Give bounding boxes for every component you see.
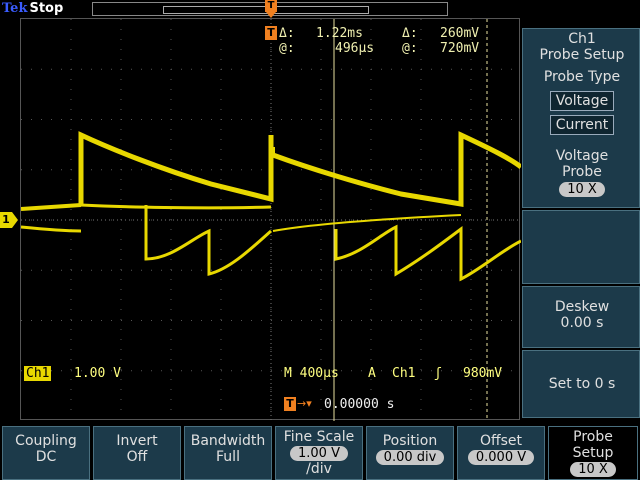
horizontal-scale: M 400µs — [284, 366, 339, 381]
time-delta-value: 1.22ms — [316, 26, 363, 41]
trigger-time-icon: T — [284, 397, 296, 411]
waveform-sawtooth-1 — [144, 205, 272, 276]
volt-delta-value: 260mV — [440, 26, 480, 41]
rising-edge-icon: ʃ — [434, 366, 442, 381]
probe-type-current-option[interactable]: Current — [550, 115, 614, 135]
bandwidth-value: Full — [216, 449, 240, 465]
trigger-level: 980mV — [463, 366, 503, 381]
probe-setup-value: 10 X — [570, 462, 616, 477]
side-menu: Ch1 Probe Setup Probe Type Voltage Curre… — [522, 18, 640, 420]
trigger-arrow-icon: →▾ — [297, 397, 312, 410]
set-to-zero-button[interactable]: Set to 0 s — [522, 350, 640, 418]
waveform-display[interactable] — [20, 18, 521, 421]
probe-type-voltage-option[interactable]: Voltage — [550, 91, 614, 111]
status-bar: Tek Stop T — [0, 0, 640, 18]
time-delta-label: Δ: — [279, 26, 295, 41]
deskew-button[interactable]: Deskew 0.00 s — [522, 286, 640, 348]
waveform-low-1 — [21, 225, 82, 233]
deskew-label: Deskew — [554, 299, 610, 315]
probe-setup-label-2: Setup — [572, 445, 614, 461]
time-at-label: @: — [279, 41, 295, 56]
waveform-decay-1 — [78, 131, 274, 205]
position-button[interactable]: Position 0.00 div — [366, 426, 454, 480]
ch1-ground-marker[interactable]: 1 — [0, 212, 18, 228]
waveform-sawtooth-2 — [334, 224, 521, 282]
deskew-value: 0.00 s — [560, 315, 604, 331]
waveform-baseline — [21, 203, 82, 211]
waveform-flat-1 — [80, 203, 272, 210]
invert-button[interactable]: Invert Off — [93, 426, 181, 480]
set-to-zero-label: Set to 0 s — [548, 376, 616, 392]
brand-text: Tek — [2, 1, 28, 16]
bandwidth-label: Bandwidth — [190, 433, 266, 449]
coupling-button[interactable]: Coupling DC — [2, 426, 90, 480]
offset-label: Offset — [479, 433, 523, 449]
position-label: Position — [382, 433, 438, 449]
volt-at-label: @: — [402, 41, 418, 56]
trigger-position-icon[interactable]: T — [265, 0, 277, 12]
voltage-probe-button[interactable]: Voltage Probe 10 X — [522, 136, 640, 208]
cursor-trigger-icon: T — [265, 26, 277, 40]
probe-setup-button[interactable]: Probe Setup 10 X — [548, 426, 638, 480]
voltage-probe-value: 10 X — [559, 182, 605, 197]
offset-button[interactable]: Offset 0.000 V — [457, 426, 545, 480]
menu-header-channel: Ch1 — [568, 31, 596, 47]
ch1-marker-arrow-icon — [12, 212, 18, 228]
fine-scale-button[interactable]: Fine Scale 1.00 V /div — [275, 426, 363, 480]
invert-label: Invert — [116, 433, 158, 449]
bandwidth-button[interactable]: Bandwidth Full — [184, 426, 272, 480]
waveform-flat-2 — [272, 214, 462, 232]
coupling-label: Coupling — [15, 433, 77, 449]
ch1-marker-label: 1 — [0, 212, 12, 228]
offset-value: 0.000 V — [467, 450, 535, 465]
fine-scale-unit: /div — [306, 461, 332, 477]
probe-type-label: Probe Type — [543, 69, 621, 85]
invert-value: Off — [126, 449, 148, 465]
trigger-position: 0.00000 s — [324, 397, 395, 412]
fine-scale-value: 1.00 V — [290, 446, 348, 461]
trigger-mode: A — [368, 366, 376, 381]
position-value: 0.00 div — [375, 450, 445, 465]
brand-logo: Tek Stop — [2, 1, 63, 16]
voltage-probe-label: Voltage — [555, 148, 609, 164]
acquisition-state: Stop — [29, 1, 64, 16]
fine-scale-label: Fine Scale — [283, 429, 355, 445]
voltage-probe-label-2: Probe — [562, 164, 602, 180]
bottom-menu: Coupling DC Invert Off Bandwidth Full Fi… — [0, 422, 640, 480]
probe-setup-label: Probe — [573, 429, 613, 445]
ch1-tag: Ch1 — [24, 366, 52, 381]
ch1-scale: 1.00 V — [74, 366, 121, 381]
menu-header-title: Probe Setup — [539, 47, 625, 63]
volt-at-value: 720mV — [440, 41, 480, 56]
graticule-grid — [21, 19, 521, 421]
waveform-decay-2 — [272, 131, 521, 207]
probe-type-panel: Ch1 Probe Setup Probe Type Voltage Curre… — [522, 28, 640, 150]
volt-delta-label: Δ: — [402, 26, 418, 41]
coupling-value: DC — [35, 449, 57, 465]
time-at-value: 496µs — [335, 41, 375, 56]
trigger-source: Ch1 — [392, 366, 416, 381]
empty-side-slot — [522, 210, 640, 284]
